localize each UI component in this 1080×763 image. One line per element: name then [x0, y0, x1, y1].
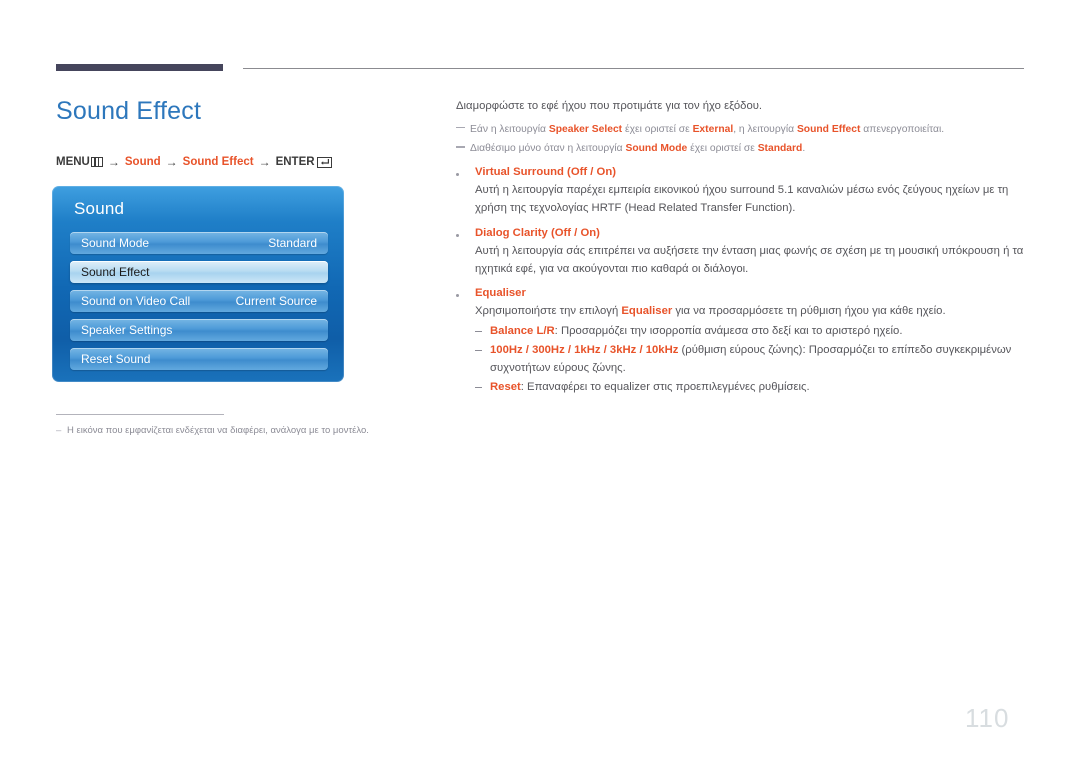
note-speaker-select: Εάν η λειτουργία Speaker Select έχει ορι…	[456, 122, 1026, 138]
osd-item-sound-effect[interactable]: Sound Effect	[70, 261, 328, 283]
left-column: Sound Effect MENU → Sound → Sound Effect…	[56, 96, 436, 169]
osd-sound-menu-panel: Sound Sound Mode Standard Sound Effect S…	[52, 186, 344, 382]
sub-dash-icon	[475, 323, 490, 333]
bullet-equaliser: Equaliser Χρησιμοποιήστε την επιλογή Equ…	[456, 285, 1026, 396]
right-column: Διαμορφώστε το εφέ ήχου που προτιμάτε γι…	[456, 98, 1026, 398]
note2-part-a: Διαθέσιμο μόνο όταν η λειτουργία	[470, 143, 626, 155]
sub-term-frequencies: 100Hz / 300Hz / 1kHz / 3kHz / 10kHz	[490, 343, 679, 356]
osd-item-sound-on-video-call[interactable]: Sound on Video Call Current Source	[70, 290, 328, 312]
footnote-item: – Η εικόνα που εμφανίζεται ενδέχεται να …	[56, 425, 456, 438]
equaliser-body-term: Equaliser	[621, 305, 673, 318]
enter-return-icon	[316, 156, 332, 168]
note2-term-standard: Standard	[757, 143, 803, 155]
osd-panel-title: Sound	[74, 199, 125, 218]
equaliser-sub-balance: Balance L/R: Προσαρμόζει την ισορροπία α…	[475, 323, 1026, 341]
note1-part-a: Εάν η λειτουργία	[470, 123, 549, 135]
note2-part-e: .	[802, 143, 806, 155]
sub-dash-icon	[475, 379, 490, 388]
menu-path-arrow-2: →	[165, 155, 178, 169]
footnote-block: – Η εικόνα που εμφανίζεται ενδέχεται να …	[56, 414, 456, 438]
menu-grid-icon	[90, 157, 103, 167]
menu-path-step-sound: Sound	[124, 156, 161, 168]
bullet-body-virtual-surround: Αυτή η λειτουργία παρέχει εμπειρία εικον…	[475, 184, 1009, 215]
bullet-options-dialog-clarity: (Off / On)	[547, 226, 600, 239]
osd-item-label: Sound on Video Call	[81, 294, 191, 308]
note1-term-sound-effect: Sound Effect	[796, 123, 861, 135]
bullet-virtual-surround: Virtual Surround (Off / On) Αυτή η λειτο…	[456, 164, 1026, 218]
page-number: 110	[965, 703, 1010, 733]
menu-path-menu-label: MENU	[56, 156, 90, 168]
note1-part-g: απενεργοποιείται.	[860, 123, 945, 135]
menu-path-step-sound-effect: Sound Effect	[182, 156, 254, 168]
header-rules	[0, 64, 1080, 76]
osd-menu-list: Sound Mode Standard Sound Effect Sound o…	[70, 232, 328, 377]
header-thin-rule	[243, 68, 1024, 69]
osd-item-sound-mode[interactable]: Sound Mode Standard	[70, 232, 328, 254]
osd-item-label: Speaker Settings	[81, 323, 173, 337]
bullet-options-virtual-surround: (Off / On)	[563, 166, 616, 179]
note2-term-sound-mode: Sound Mode	[625, 143, 688, 155]
equaliser-body-a: Χρησιμοποιήστε την επιλογή	[475, 305, 622, 318]
bullet-dot-icon	[456, 164, 475, 180]
footnote-divider	[56, 414, 224, 415]
sub-dash-icon	[475, 342, 490, 352]
osd-item-reset-sound[interactable]: Reset Sound	[70, 348, 328, 370]
note1-part-c: έχει οριστεί σε	[622, 123, 693, 135]
bullet-dot-icon	[456, 285, 475, 301]
bullet-dot-icon	[456, 225, 475, 241]
footnote-dash: –	[56, 425, 62, 436]
osd-item-label: Sound Mode	[81, 236, 150, 250]
osd-item-value: Current Source	[235, 294, 317, 308]
osd-item-label: Sound Effect	[81, 265, 150, 279]
note1-term-external: External	[692, 123, 734, 135]
equaliser-body-b: για να προσαρμόσετε τη ρύθμιση ήχου για …	[672, 305, 946, 318]
footnote-text: Η εικόνα που εμφανίζεται ενδέχεται να δι…	[67, 425, 369, 436]
sub-term-balance: Balance L/R	[490, 325, 555, 338]
note-sound-mode: Διαθέσιμο μόνο όταν η λειτουργία Sound M…	[456, 141, 1026, 157]
sub-rest-balance: : Προσαρμόζει την ισορροπία ανάμεσα στο …	[554, 325, 903, 338]
bullet-body-dialog-clarity: Αυτή η λειτουργία σάς επιτρέπει να αυξήσ…	[475, 244, 1024, 275]
menu-path-arrow-1: →	[107, 155, 120, 169]
equaliser-sub-reset: Reset: Επαναφέρει το equalizer στις προε…	[475, 379, 1026, 397]
intro-paragraph: Διαμορφώστε το εφέ ήχου που προτιμάτε γι…	[456, 100, 763, 112]
note2-part-c: έχει οριστεί σε	[687, 143, 758, 155]
bullet-dialog-clarity: Dialog Clarity (Off / On) Αυτή η λειτουρ…	[456, 225, 1026, 279]
equaliser-sub-frequencies: 100Hz / 300Hz / 1kHz / 3kHz / 10kHz (ρύθ…	[475, 342, 1026, 378]
osd-item-label: Reset Sound	[81, 352, 151, 366]
note-dash-icon	[456, 122, 467, 129]
bullet-title-dialog-clarity: Dialog Clarity	[475, 226, 548, 239]
note-dash-icon	[456, 141, 467, 148]
osd-item-speaker-settings[interactable]: Speaker Settings	[70, 319, 328, 341]
bullet-title-virtual-surround: Virtual Surround	[475, 166, 564, 179]
menu-path-breadcrumb: MENU → Sound → Sound Effect → ENTER	[56, 155, 436, 169]
page-title: Sound Effect	[56, 97, 202, 125]
bullet-title-equaliser: Equaliser	[475, 287, 526, 300]
bullet-body-equaliser: Χρησιμοποιήστε την επιλογή Equaliser για…	[475, 303, 1026, 321]
menu-path-enter-label: ENTER	[275, 156, 315, 168]
osd-item-value: Standard	[268, 236, 317, 250]
menu-path-arrow-3: →	[258, 155, 271, 169]
note1-part-e: , η λειτουργία	[733, 123, 797, 135]
equaliser-sub-list: Balance L/R: Προσαρμόζει την ισορροπία α…	[475, 323, 1026, 396]
sub-term-reset: Reset	[490, 380, 521, 393]
sub-rest-reset: : Επαναφέρει το equalizer στις προεπιλεγ…	[520, 380, 810, 393]
note1-term-speaker-select: Speaker Select	[548, 123, 623, 135]
header-accent-bar	[56, 64, 223, 71]
